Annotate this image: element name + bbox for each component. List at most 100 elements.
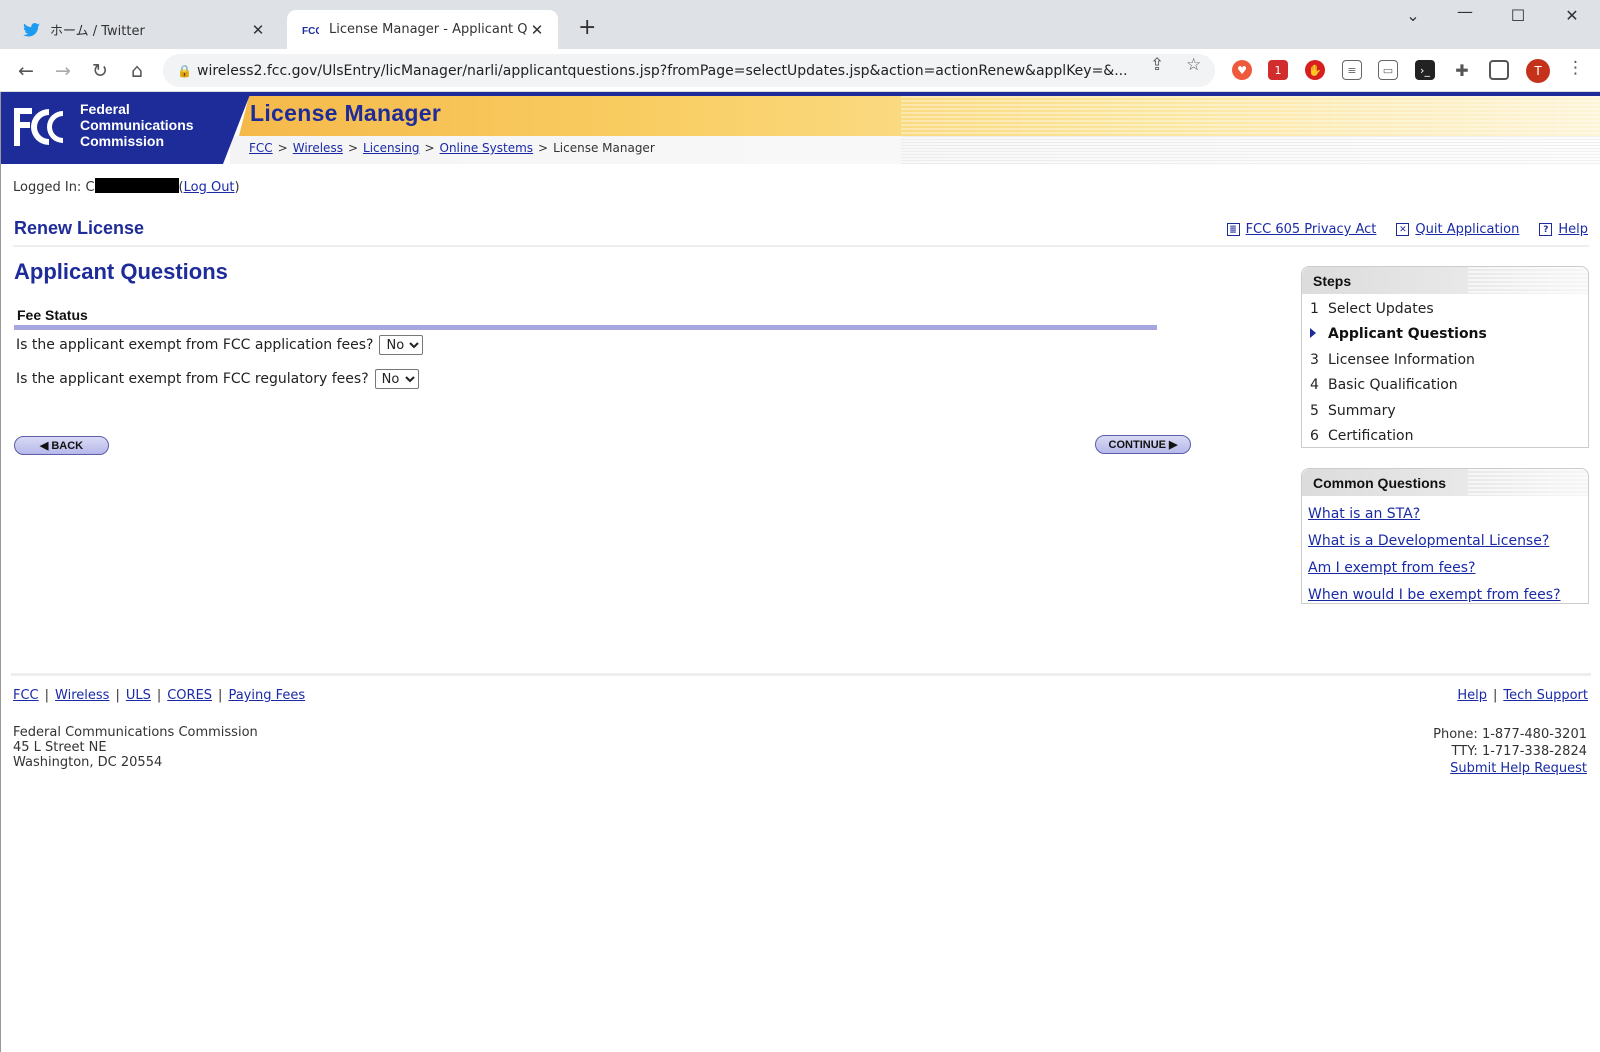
close-icon[interactable]: ✕: [528, 21, 546, 39]
logout-link[interactable]: Log Out: [184, 180, 235, 195]
tab-search-chevron-icon[interactable]: ⌄: [1393, 6, 1433, 25]
footer-link-cores[interactable]: CORES: [167, 688, 212, 703]
continue-button[interactable]: CONTINUE ▶: [1095, 435, 1191, 454]
footer-address: Federal Communications Commission 45 L S…: [13, 725, 258, 770]
cq-sta-link[interactable]: What is an STA?: [1308, 506, 1420, 522]
footer-divider: [11, 673, 1591, 676]
back-button[interactable]: ◀ BACK: [14, 436, 109, 455]
step-label: Certification: [1328, 428, 1414, 445]
cq-developmental-link[interactable]: What is a Developmental License?: [1308, 533, 1549, 549]
profile-avatar[interactable]: T: [1526, 59, 1550, 83]
window-close-icon[interactable]: ✕: [1552, 6, 1592, 25]
fcc-wordmark: Federal Communications Commission: [80, 101, 194, 149]
maximize-icon[interactable]: ☐: [1498, 6, 1538, 25]
fcc-favicon-icon: FCC: [301, 21, 319, 39]
document-icon: ≣: [1226, 223, 1240, 236]
svg-text:FCC: FCC: [302, 26, 319, 37]
cq-exempt-link[interactable]: Am I exempt from fees?: [1308, 560, 1475, 576]
tty-line: TTY: 1-717-338-2824: [1451, 744, 1587, 759]
puzzle-extensions-icon[interactable]: ✚: [1452, 60, 1472, 80]
tab-title: License Manager - Applicant Que: [329, 22, 528, 37]
share-icon[interactable]: ⇪: [1150, 55, 1164, 75]
phone-line: Phone: 1-877-480-3201: [1433, 727, 1587, 742]
tab-license-manager[interactable]: FCC License Manager - Applicant Que ✕: [287, 10, 558, 49]
address-bar[interactable]: 🔒 wireless2.fcc.gov/UlsEntry/licManager/…: [163, 54, 1215, 87]
image-extension-icon[interactable]: ▭: [1378, 60, 1398, 80]
app-title: License Manager: [250, 100, 442, 126]
footer-link-wireless[interactable]: Wireless: [55, 688, 109, 703]
step-item: 6 Certification: [1302, 424, 1588, 450]
extension-badge-icon[interactable]: 1: [1268, 60, 1288, 80]
breadcrumb-separator: >: [347, 141, 359, 155]
help-link[interactable]: Help: [1558, 222, 1588, 237]
url-text: wireless2.fcc.gov/UlsEntry/licManager/na…: [197, 62, 1128, 79]
footer-link-fcc[interactable]: FCC: [13, 688, 39, 703]
step-item: 1 Select Updates: [1302, 296, 1588, 322]
lock-icon: 🔒: [177, 63, 192, 78]
twitter-bird-icon: [22, 21, 40, 39]
breadcrumb-licensing[interactable]: Licensing: [363, 141, 419, 155]
home-icon[interactable]: ⌂: [124, 58, 150, 84]
list-item: When would I be exempt from fees?: [1308, 581, 1588, 608]
reload-icon[interactable]: ↻: [87, 58, 113, 84]
tab-twitter[interactable]: ホーム / Twitter ✕: [8, 10, 279, 49]
side-panel-icon[interactable]: [1489, 60, 1509, 80]
bookmark-star-icon[interactable]: ☆: [1186, 55, 1201, 75]
caret-right-icon: ▶: [1168, 439, 1178, 451]
quit-application-item: ✕ Quit Application: [1396, 222, 1519, 237]
forward-arrow-icon[interactable]: →: [50, 58, 76, 84]
hand-stop-extension-icon[interactable]: ✋: [1305, 60, 1325, 80]
extension-badge-count: 1: [1274, 63, 1282, 77]
breadcrumb-separator: >: [538, 141, 549, 155]
submit-help-request-link[interactable]: Submit Help Request: [1450, 761, 1587, 776]
minimize-icon[interactable]: —: [1445, 2, 1485, 21]
fcc-logo[interactable]: Federal Communications Commission: [1, 92, 251, 164]
breadcrumb-wireless[interactable]: Wireless: [293, 141, 343, 155]
step-item-current: Applicant Questions: [1302, 322, 1588, 348]
reader-extension-icon[interactable]: ≡: [1342, 60, 1362, 80]
step-number: 3: [1310, 351, 1319, 368]
common-questions-panel: Common Questions What is an STA? What is…: [1301, 468, 1589, 604]
application-fees-select[interactable]: No: [379, 335, 424, 355]
regulatory-fees-select[interactable]: No: [374, 369, 419, 389]
quit-application-link[interactable]: Quit Application: [1415, 222, 1519, 237]
list-item: Am I exempt from fees?: [1308, 554, 1588, 581]
kebab-menu-icon[interactable]: ⋮: [1567, 58, 1584, 78]
common-questions-heading: Common Questions: [1302, 469, 1588, 496]
new-tab-icon[interactable]: +: [578, 15, 596, 40]
privacy-act-link[interactable]: FCC 605 Privacy Act: [1246, 222, 1377, 237]
step-label: Select Updates: [1328, 300, 1434, 317]
footer-link-paying-fees[interactable]: Paying Fees: [228, 688, 305, 703]
step-number: 1: [1310, 300, 1319, 317]
close-icon[interactable]: ✕: [249, 21, 267, 39]
step-label: Basic Qualification: [1328, 377, 1458, 394]
fee-status-heading: Fee Status: [17, 307, 88, 323]
steps-list: 1 Select Updates Applicant Questions 3 Lic…: [1302, 294, 1588, 449]
fcc-header: Federal Communications Commission Licens…: [1, 92, 1600, 164]
fee-status-rule: [14, 325, 1157, 330]
terminal-extension-icon[interactable]: ›_: [1415, 60, 1435, 80]
back-arrow-icon[interactable]: ←: [13, 58, 39, 84]
footer-tech-support-link[interactable]: Tech Support: [1503, 688, 1588, 703]
back-label: BACK: [51, 439, 84, 452]
logged-in-label: Logged In:: [13, 180, 82, 195]
user-prefix: C: [85, 180, 95, 195]
breadcrumb-online-systems[interactable]: Online Systems: [440, 141, 534, 155]
page-title: Applicant Questions: [14, 259, 228, 284]
help-question-icon: ?: [1539, 223, 1553, 236]
cq-when-exempt-link[interactable]: When would I be exempt from fees?: [1308, 587, 1561, 603]
utility-links: ≣ FCC 605 Privacy Act ✕ Quit Application…: [1226, 222, 1588, 237]
common-questions-list: What is an STA? What is a Developmental …: [1302, 496, 1588, 608]
list-item: What is a Developmental License?: [1308, 527, 1588, 554]
breadcrumb-fcc[interactable]: FCC: [249, 141, 273, 155]
fcc-mark-icon: [14, 108, 63, 146]
section-divider: [13, 245, 1589, 247]
footer-support-links: Help | Tech Support: [1457, 688, 1588, 703]
footer-help-link[interactable]: Help: [1457, 688, 1487, 703]
browser-toolbar: ← → ↻ ⌂ 🔒 wireless2.fcc.gov/UlsEntry/lic…: [0, 49, 1600, 92]
heart-extension-icon[interactable]: ♥: [1232, 60, 1252, 80]
footer-link-uls[interactable]: ULS: [126, 688, 151, 703]
question-application-fees: Is the applicant exempt from FCC applica…: [16, 335, 424, 355]
section-title: Renew License: [14, 218, 145, 238]
step-item: 4 Basic Qualification: [1302, 373, 1588, 399]
